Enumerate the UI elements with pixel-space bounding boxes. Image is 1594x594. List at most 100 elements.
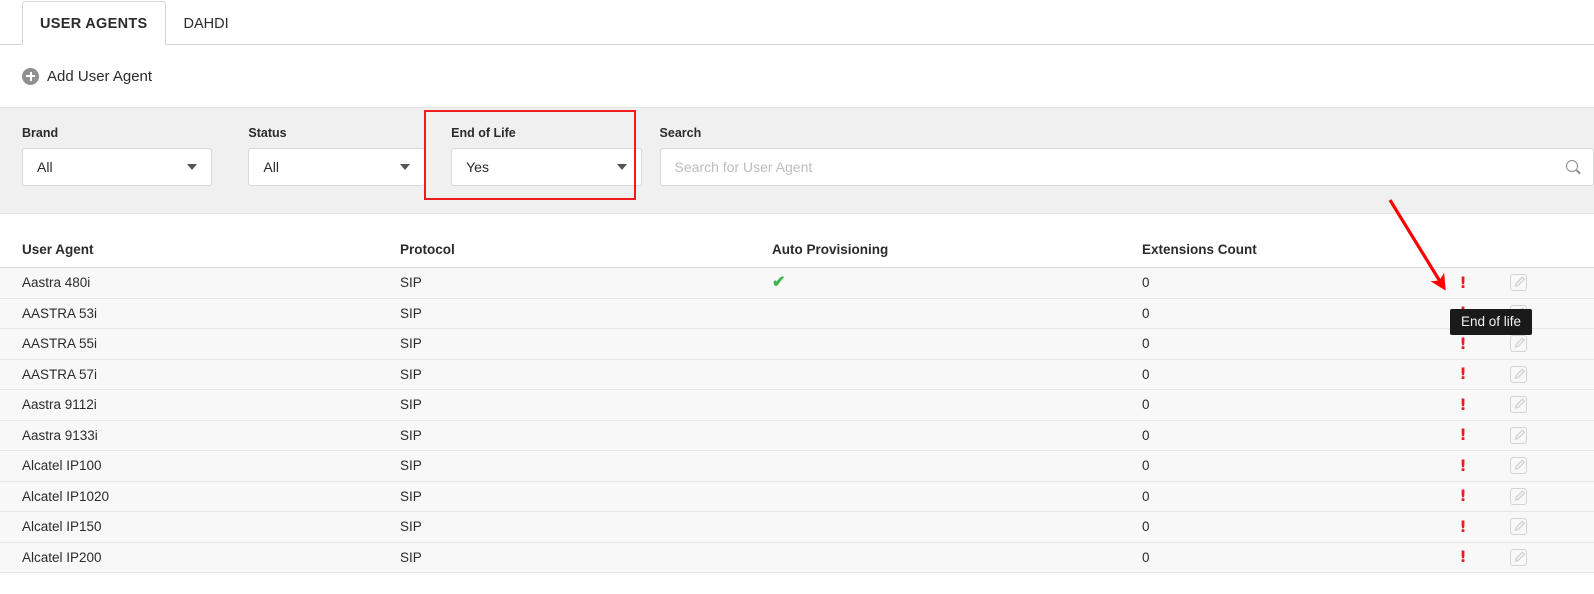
- cell-end-of-life: !: [1438, 518, 1488, 535]
- chevron-down-icon: [616, 164, 627, 170]
- tab-dahdi[interactable]: DAHDI: [166, 1, 247, 45]
- cell-edit: [1488, 396, 1548, 414]
- add-user-agent-button[interactable]: Add User Agent: [22, 67, 153, 85]
- table-row[interactable]: Aastra 9112i SIP 0!: [0, 390, 1594, 421]
- cell-extensions-count: 0: [1142, 427, 1150, 443]
- cell-extensions-count: 0: [1142, 366, 1150, 382]
- cell-end-of-life: !: [1438, 488, 1488, 504]
- end-of-life-exclamation-icon[interactable]: !: [1459, 427, 1466, 443]
- table-row[interactable]: AASTRA 53i SIP 0!: [0, 298, 1594, 329]
- cell-edit: [1488, 487, 1548, 505]
- edit-pencil-icon[interactable]: [1509, 274, 1527, 292]
- table-header-row: User Agent Protocol Auto Provisioning Ex…: [0, 232, 1594, 268]
- add-user-agent-label: Add User Agent: [47, 67, 153, 85]
- end-of-life-exclamation-icon[interactable]: !: [1459, 549, 1466, 565]
- edit-pencil-icon[interactable]: [1509, 426, 1527, 444]
- cell-user-agent: AASTRA 55i: [22, 336, 98, 352]
- column-header-user-agent: User Agent: [22, 242, 94, 257]
- filter-status-label: Status: [248, 126, 287, 140]
- end-of-life-exclamation-icon[interactable]: !: [1459, 274, 1466, 291]
- table-row[interactable]: Alcatel IP1020 SIP 0!: [0, 481, 1594, 512]
- cell-user-agent: AASTRA 53i: [22, 305, 98, 321]
- end-of-life-exclamation-icon[interactable]: !: [1459, 396, 1466, 413]
- filter-brand-label: Brand: [22, 126, 59, 140]
- table-row[interactable]: Alcatel IP200 SIP 0!: [0, 542, 1594, 573]
- cell-edit: [1488, 335, 1548, 353]
- column-header-auto-provisioning: Auto Provisioning: [772, 242, 889, 257]
- cell-edit: [1488, 548, 1548, 566]
- cell-protocol: SIP: [400, 488, 422, 504]
- cell-user-agent: Aastra 9112i: [22, 397, 97, 413]
- edit-pencil-icon[interactable]: [1509, 487, 1527, 505]
- cell-user-agent: Aastra 9133i: [22, 427, 98, 443]
- cell-edit: [1488, 304, 1548, 322]
- edit-pencil-icon[interactable]: [1509, 304, 1527, 322]
- status-select[interactable]: All: [248, 148, 426, 186]
- cell-extensions-count: 0: [1142, 305, 1150, 321]
- cell-end-of-life: !: [1438, 457, 1488, 474]
- tab-list: USER AGENTS DAHDI: [22, 0, 247, 45]
- cell-extensions-count: 0: [1142, 336, 1150, 352]
- tab-bar: USER AGENTS DAHDI: [0, 0, 1594, 45]
- cell-end-of-life: !: [1438, 305, 1488, 321]
- cell-protocol: SIP: [400, 427, 422, 443]
- cell-user-agent: Alcatel IP200: [22, 549, 102, 565]
- column-header-protocol: Protocol: [400, 242, 455, 257]
- end-of-life-exclamation-icon[interactable]: !: [1459, 488, 1466, 504]
- cell-protocol: SIP: [400, 519, 422, 535]
- toolbar: Add User Agent: [0, 45, 1594, 107]
- edit-pencil-icon[interactable]: [1509, 548, 1527, 566]
- edit-pencil-icon[interactable]: [1509, 457, 1527, 475]
- brand-select-value: All: [37, 159, 53, 175]
- table-row[interactable]: AASTRA 57i SIP 0!: [0, 359, 1594, 390]
- end-of-life-exclamation-icon[interactable]: !: [1459, 305, 1466, 321]
- cell-edit: [1488, 457, 1548, 475]
- cell-extensions-count: 0: [1142, 458, 1150, 474]
- end-of-life-exclamation-icon[interactable]: !: [1459, 335, 1466, 352]
- edit-pencil-icon[interactable]: [1509, 396, 1527, 414]
- cell-edit: [1488, 426, 1548, 444]
- table-row[interactable]: Alcatel IP100 SIP 0!: [0, 451, 1594, 482]
- user-agents-table: User Agent Protocol Auto Provisioning Ex…: [0, 232, 1594, 573]
- end-of-life-exclamation-icon[interactable]: !: [1459, 457, 1466, 474]
- cell-protocol: SIP: [400, 549, 422, 565]
- column-header-extensions-count: Extensions Count: [1142, 242, 1257, 257]
- filter-bar: Brand All Status All End of Life Yes Sea…: [0, 107, 1594, 214]
- edit-pencil-icon[interactable]: [1509, 518, 1527, 536]
- cell-end-of-life: !: [1438, 366, 1488, 382]
- cell-user-agent: Alcatel IP100: [22, 458, 102, 474]
- cell-user-agent: AASTRA 57i: [22, 366, 98, 382]
- cell-protocol: SIP: [400, 305, 422, 321]
- status-select-value: All: [263, 159, 279, 175]
- brand-select[interactable]: All: [22, 148, 213, 186]
- search-input[interactable]: [674, 159, 1566, 175]
- end-of-life-select[interactable]: Yes: [451, 148, 642, 186]
- cell-extensions-count: 0: [1142, 275, 1150, 291]
- end-of-life-exclamation-icon[interactable]: !: [1459, 518, 1466, 535]
- table-row[interactable]: Aastra 9133i SIP 0!: [0, 420, 1594, 451]
- search-icon[interactable]: [1566, 159, 1581, 175]
- chevron-down-icon: [187, 164, 198, 170]
- filter-end-of-life-label: End of Life: [451, 126, 516, 140]
- cell-end-of-life: !: [1438, 427, 1488, 443]
- table-row[interactable]: Alcatel IP150 SIP 0!: [0, 512, 1594, 543]
- table-row[interactable]: Aastra 480i SIP ✔ 0!: [0, 268, 1594, 299]
- cell-user-agent: Alcatel IP150: [22, 519, 102, 535]
- table-row[interactable]: AASTRA 55i SIP 0!: [0, 329, 1594, 360]
- cell-protocol: SIP: [400, 397, 422, 413]
- filter-end-of-life: End of Life Yes: [451, 126, 642, 186]
- chevron-down-icon: [400, 164, 411, 170]
- plus-circle-icon: [22, 67, 39, 85]
- check-icon: ✔: [772, 273, 786, 291]
- cell-extensions-count: 0: [1142, 488, 1150, 504]
- cell-edit: [1488, 365, 1548, 383]
- end-of-life-exclamation-icon[interactable]: !: [1459, 366, 1466, 382]
- cell-protocol: SIP: [400, 366, 422, 382]
- edit-pencil-icon[interactable]: [1509, 365, 1527, 383]
- tab-user-agents[interactable]: USER AGENTS: [22, 1, 166, 45]
- search-box[interactable]: [659, 148, 1594, 186]
- cell-end-of-life: !: [1438, 335, 1488, 352]
- cell-edit: [1488, 518, 1548, 536]
- edit-pencil-icon[interactable]: [1509, 335, 1527, 353]
- cell-end-of-life: !: [1438, 549, 1488, 565]
